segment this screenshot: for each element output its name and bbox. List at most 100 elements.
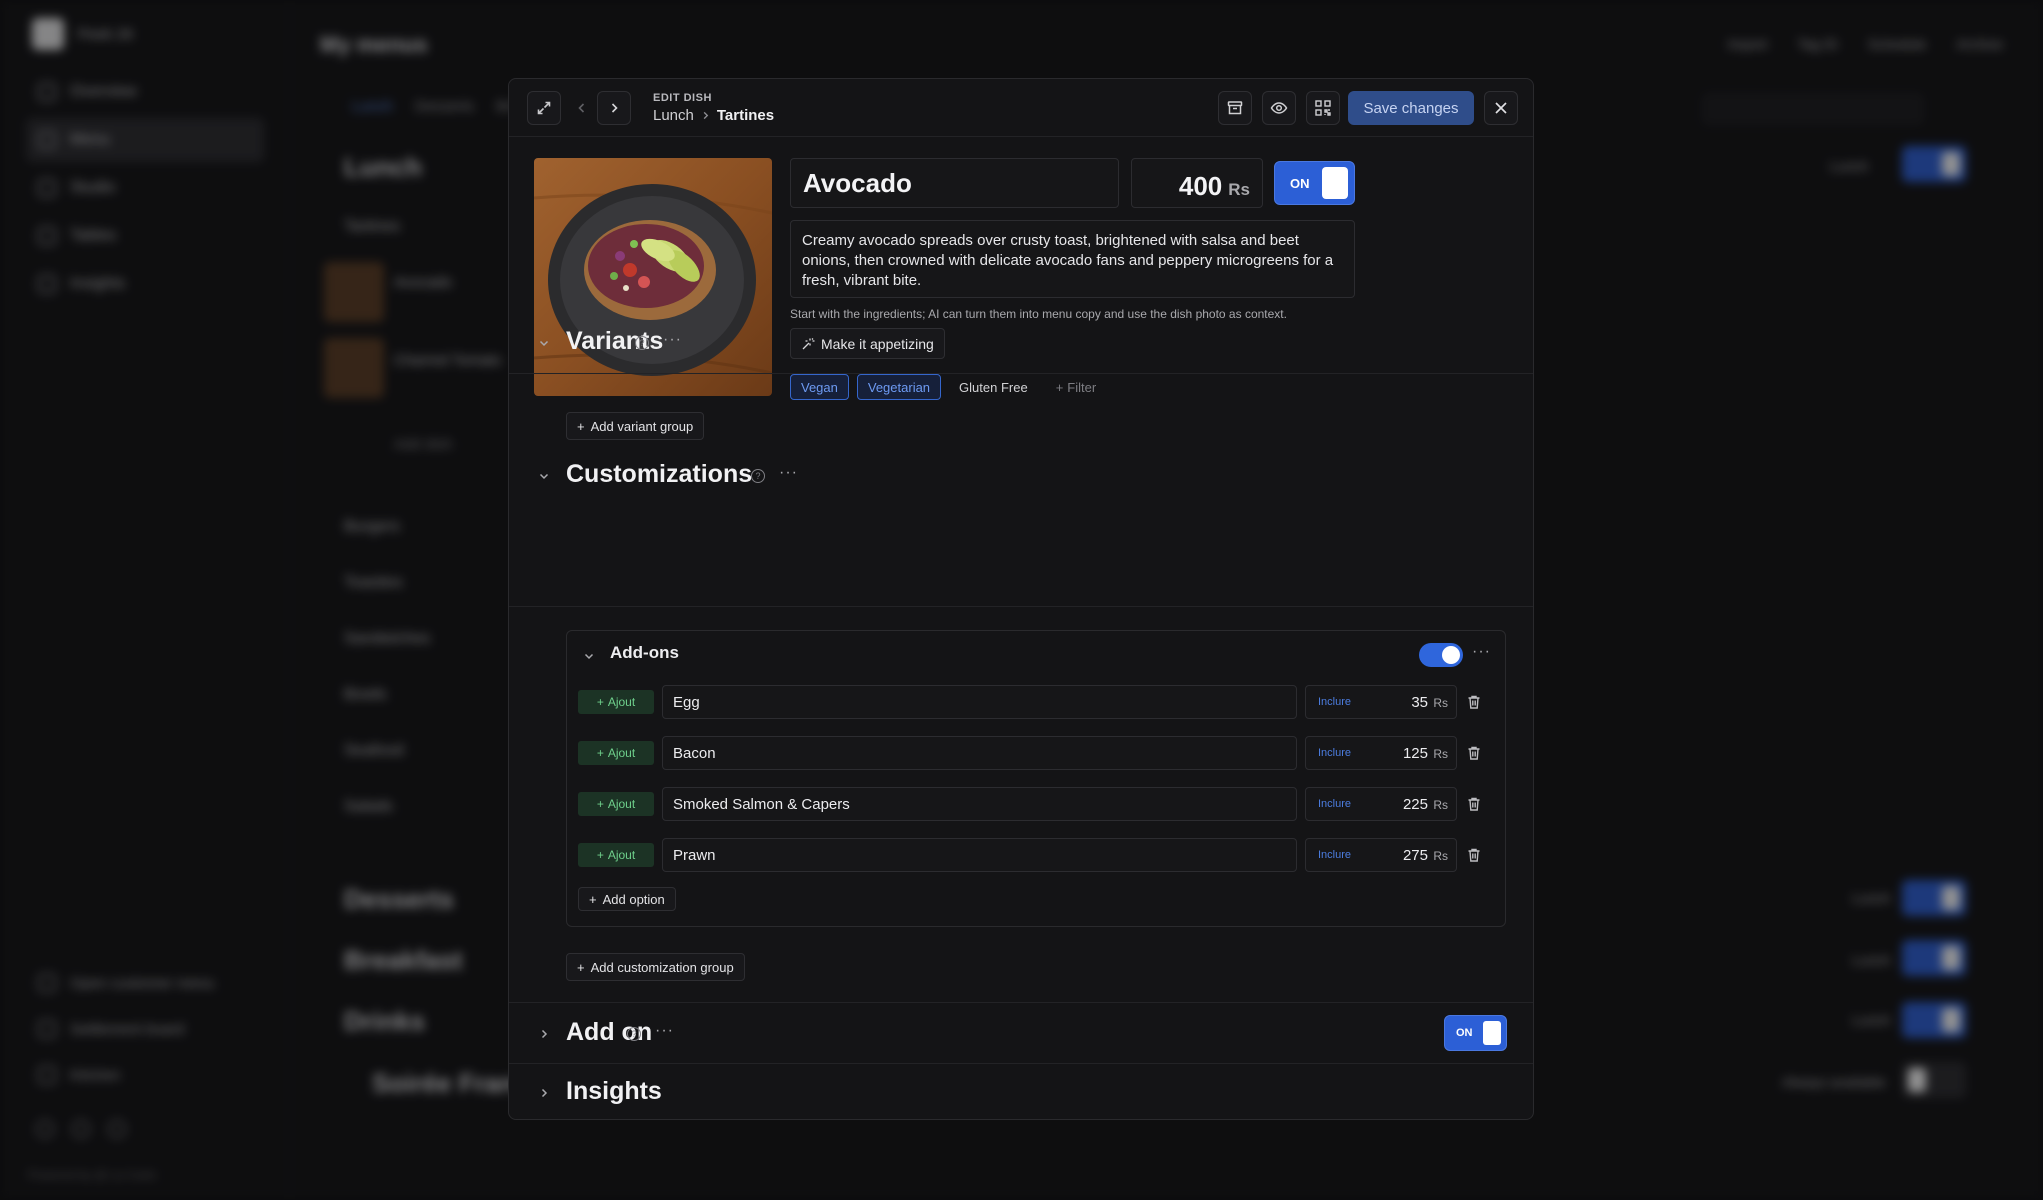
option-type-badge[interactable]: + Ajout bbox=[578, 843, 654, 867]
availability-toggle[interactable]: ON bbox=[1274, 161, 1355, 205]
add-dish-button[interactable]: Add dish bbox=[394, 436, 452, 453]
subcategory-burgers[interactable]: Burgers bbox=[344, 518, 400, 536]
tag-gluten-free[interactable]: Gluten Free bbox=[949, 374, 1038, 400]
drinks-toggle[interactable] bbox=[1902, 1002, 1966, 1038]
sidebar-item-label: Insights bbox=[70, 275, 126, 292]
option-name-input[interactable]: Smoked Salmon & Capers bbox=[662, 787, 1297, 821]
theme-icon[interactable] bbox=[108, 1120, 126, 1138]
price-value: 400 bbox=[1178, 171, 1223, 201]
subcategory-bowls[interactable]: Bowls bbox=[344, 686, 387, 704]
option-type-badge[interactable]: + Ajout bbox=[578, 690, 654, 714]
archive-dish-button[interactable] bbox=[1218, 91, 1252, 125]
subcategory-sandwiches[interactable]: Sandwiches bbox=[344, 630, 430, 648]
section-lunch[interactable]: Lunch bbox=[344, 152, 422, 183]
workspace-switcher[interactable]: Peek 26 bbox=[32, 18, 133, 50]
include-toggle[interactable]: Inclure bbox=[1318, 798, 1351, 810]
lunch-toggle[interactable] bbox=[1902, 146, 1966, 182]
button-label: Add option bbox=[602, 891, 665, 907]
dish-price-input[interactable]: 400 Rs bbox=[1131, 158, 1263, 208]
addon-toggle[interactable]: ON bbox=[1444, 1015, 1507, 1051]
breakfast-toggle[interactable] bbox=[1902, 940, 1966, 976]
include-toggle[interactable]: Inclure bbox=[1318, 747, 1351, 759]
add-variant-group-button[interactable]: + Add variant group bbox=[566, 412, 705, 440]
header-actions: Import Tag ID Schedule Archive bbox=[1728, 36, 2003, 52]
insights-section-header[interactable]: Insights bbox=[509, 1063, 1533, 1119]
add-filter-button[interactable]: + Filter bbox=[1046, 374, 1106, 400]
tag-id-button[interactable]: Tag ID bbox=[1797, 36, 1837, 52]
sidebar-item-overview[interactable]: Overview bbox=[26, 70, 264, 114]
preview-button[interactable] bbox=[1262, 91, 1296, 125]
option-name-input[interactable]: Prawn bbox=[662, 838, 1297, 872]
more-icon[interactable]: ··· bbox=[779, 464, 798, 482]
section-breakfast[interactable]: Breakfast bbox=[344, 945, 463, 976]
addon-section-header[interactable]: Add on ? ··· bbox=[509, 1004, 1533, 1064]
archive-button[interactable]: Archive bbox=[1956, 36, 2003, 52]
dish-name[interactable]: Charred Tomato bbox=[394, 352, 501, 369]
option-price-input[interactable]: Inclure 35 Rs bbox=[1305, 685, 1457, 719]
menu-label: Lunch bbox=[1852, 1012, 1891, 1028]
description-textarea[interactable]: Creamy avocado spreads over crusty toast… bbox=[790, 220, 1355, 298]
chevron-down-icon[interactable] bbox=[583, 650, 595, 662]
trash-icon[interactable] bbox=[1466, 847, 1482, 863]
sidebar-item-menu[interactable]: Menu bbox=[26, 118, 264, 162]
kitchen-link[interactable]: Kitchen bbox=[26, 1052, 264, 1098]
add-option-button[interactable]: + Add option bbox=[578, 887, 676, 911]
dish-name-input[interactable]: Avocado bbox=[790, 158, 1119, 208]
more-icon[interactable]: ··· bbox=[655, 1022, 674, 1040]
tab-desserts[interactable]: Desserts bbox=[415, 98, 474, 115]
option-price-input[interactable]: Inclure 275 Rs bbox=[1305, 838, 1457, 872]
search-input[interactable] bbox=[1703, 94, 1923, 124]
option-type-badge[interactable]: + Ajout bbox=[578, 792, 654, 816]
option-type-badge[interactable]: + Ajout bbox=[578, 741, 654, 765]
desserts-toggle[interactable] bbox=[1902, 880, 1966, 916]
sidebar-item-studio[interactable]: Studio bbox=[26, 166, 264, 210]
help-icon[interactable]: ? bbox=[751, 469, 765, 483]
tab-lunch[interactable]: Lunch bbox=[352, 98, 393, 115]
subcategory-seafood[interactable]: Seafood bbox=[344, 742, 404, 760]
group-enabled-toggle[interactable] bbox=[1419, 643, 1463, 667]
add-customization-group-button[interactable]: + Add customization group bbox=[566, 953, 745, 981]
option-name-input[interactable]: Bacon bbox=[662, 736, 1297, 770]
option-price-input[interactable]: Inclure 225 Rs bbox=[1305, 787, 1457, 821]
sidebar-item-tables[interactable]: Tables bbox=[26, 214, 264, 258]
breadcrumb-menu[interactable]: Lunch bbox=[653, 107, 694, 124]
tag-vegan[interactable]: Vegan bbox=[790, 374, 849, 400]
breadcrumb: Lunch Tartines bbox=[653, 107, 774, 124]
import-button[interactable]: Import bbox=[1728, 36, 1768, 52]
next-dish-button[interactable] bbox=[597, 91, 631, 125]
section-drinks[interactable]: Drinks bbox=[344, 1006, 425, 1037]
variants-section-header[interactable]: Variants ? ··· bbox=[509, 313, 1533, 373]
schedule-button[interactable]: Schedule bbox=[1868, 36, 1926, 52]
include-toggle[interactable]: Inclure bbox=[1318, 849, 1351, 861]
include-toggle[interactable]: Inclure bbox=[1318, 696, 1351, 708]
help-icon[interactable]: ? bbox=[627, 1027, 641, 1041]
kitchen-icon bbox=[38, 1066, 56, 1084]
more-icon[interactable]: ··· bbox=[1472, 643, 1491, 661]
customizations-section-header[interactable]: Customizations ? ··· bbox=[509, 446, 1533, 506]
sidebar-item-insights[interactable]: Insights bbox=[26, 262, 264, 306]
soiree-toggle[interactable] bbox=[1902, 1062, 1966, 1098]
close-button[interactable] bbox=[1484, 91, 1518, 125]
save-changes-button[interactable]: Save changes bbox=[1348, 91, 1474, 125]
price-currency: Rs bbox=[1228, 180, 1250, 199]
more-icon[interactable]: ··· bbox=[663, 331, 682, 349]
expand-button[interactable] bbox=[527, 91, 561, 125]
settings-icon[interactable] bbox=[36, 1120, 54, 1138]
qr-code-button[interactable] bbox=[1306, 91, 1340, 125]
trash-icon[interactable] bbox=[1466, 694, 1482, 710]
trash-icon[interactable] bbox=[1466, 745, 1482, 761]
section-desserts[interactable]: Desserts bbox=[344, 884, 454, 915]
previous-dish-button[interactable] bbox=[565, 91, 599, 125]
option-name-input[interactable]: Egg bbox=[662, 685, 1297, 719]
trash-icon[interactable] bbox=[1466, 796, 1482, 812]
settlement-board-link[interactable]: Settlement board bbox=[26, 1006, 264, 1052]
help-icon[interactable]: ? bbox=[635, 336, 649, 350]
dish-name[interactable]: Avocado bbox=[394, 274, 452, 291]
subcategory-salads[interactable]: Salads bbox=[344, 798, 393, 816]
subcategory-tartines[interactable]: Tartines bbox=[344, 218, 400, 236]
tag-vegetarian[interactable]: Vegetarian bbox=[856, 374, 942, 400]
option-price-input[interactable]: Inclure 125 Rs bbox=[1305, 736, 1457, 770]
open-customer-menu-link[interactable]: Open customer menu bbox=[26, 960, 264, 1006]
subcategory-toasties[interactable]: Toasties bbox=[344, 574, 403, 592]
help-icon[interactable] bbox=[72, 1120, 90, 1138]
